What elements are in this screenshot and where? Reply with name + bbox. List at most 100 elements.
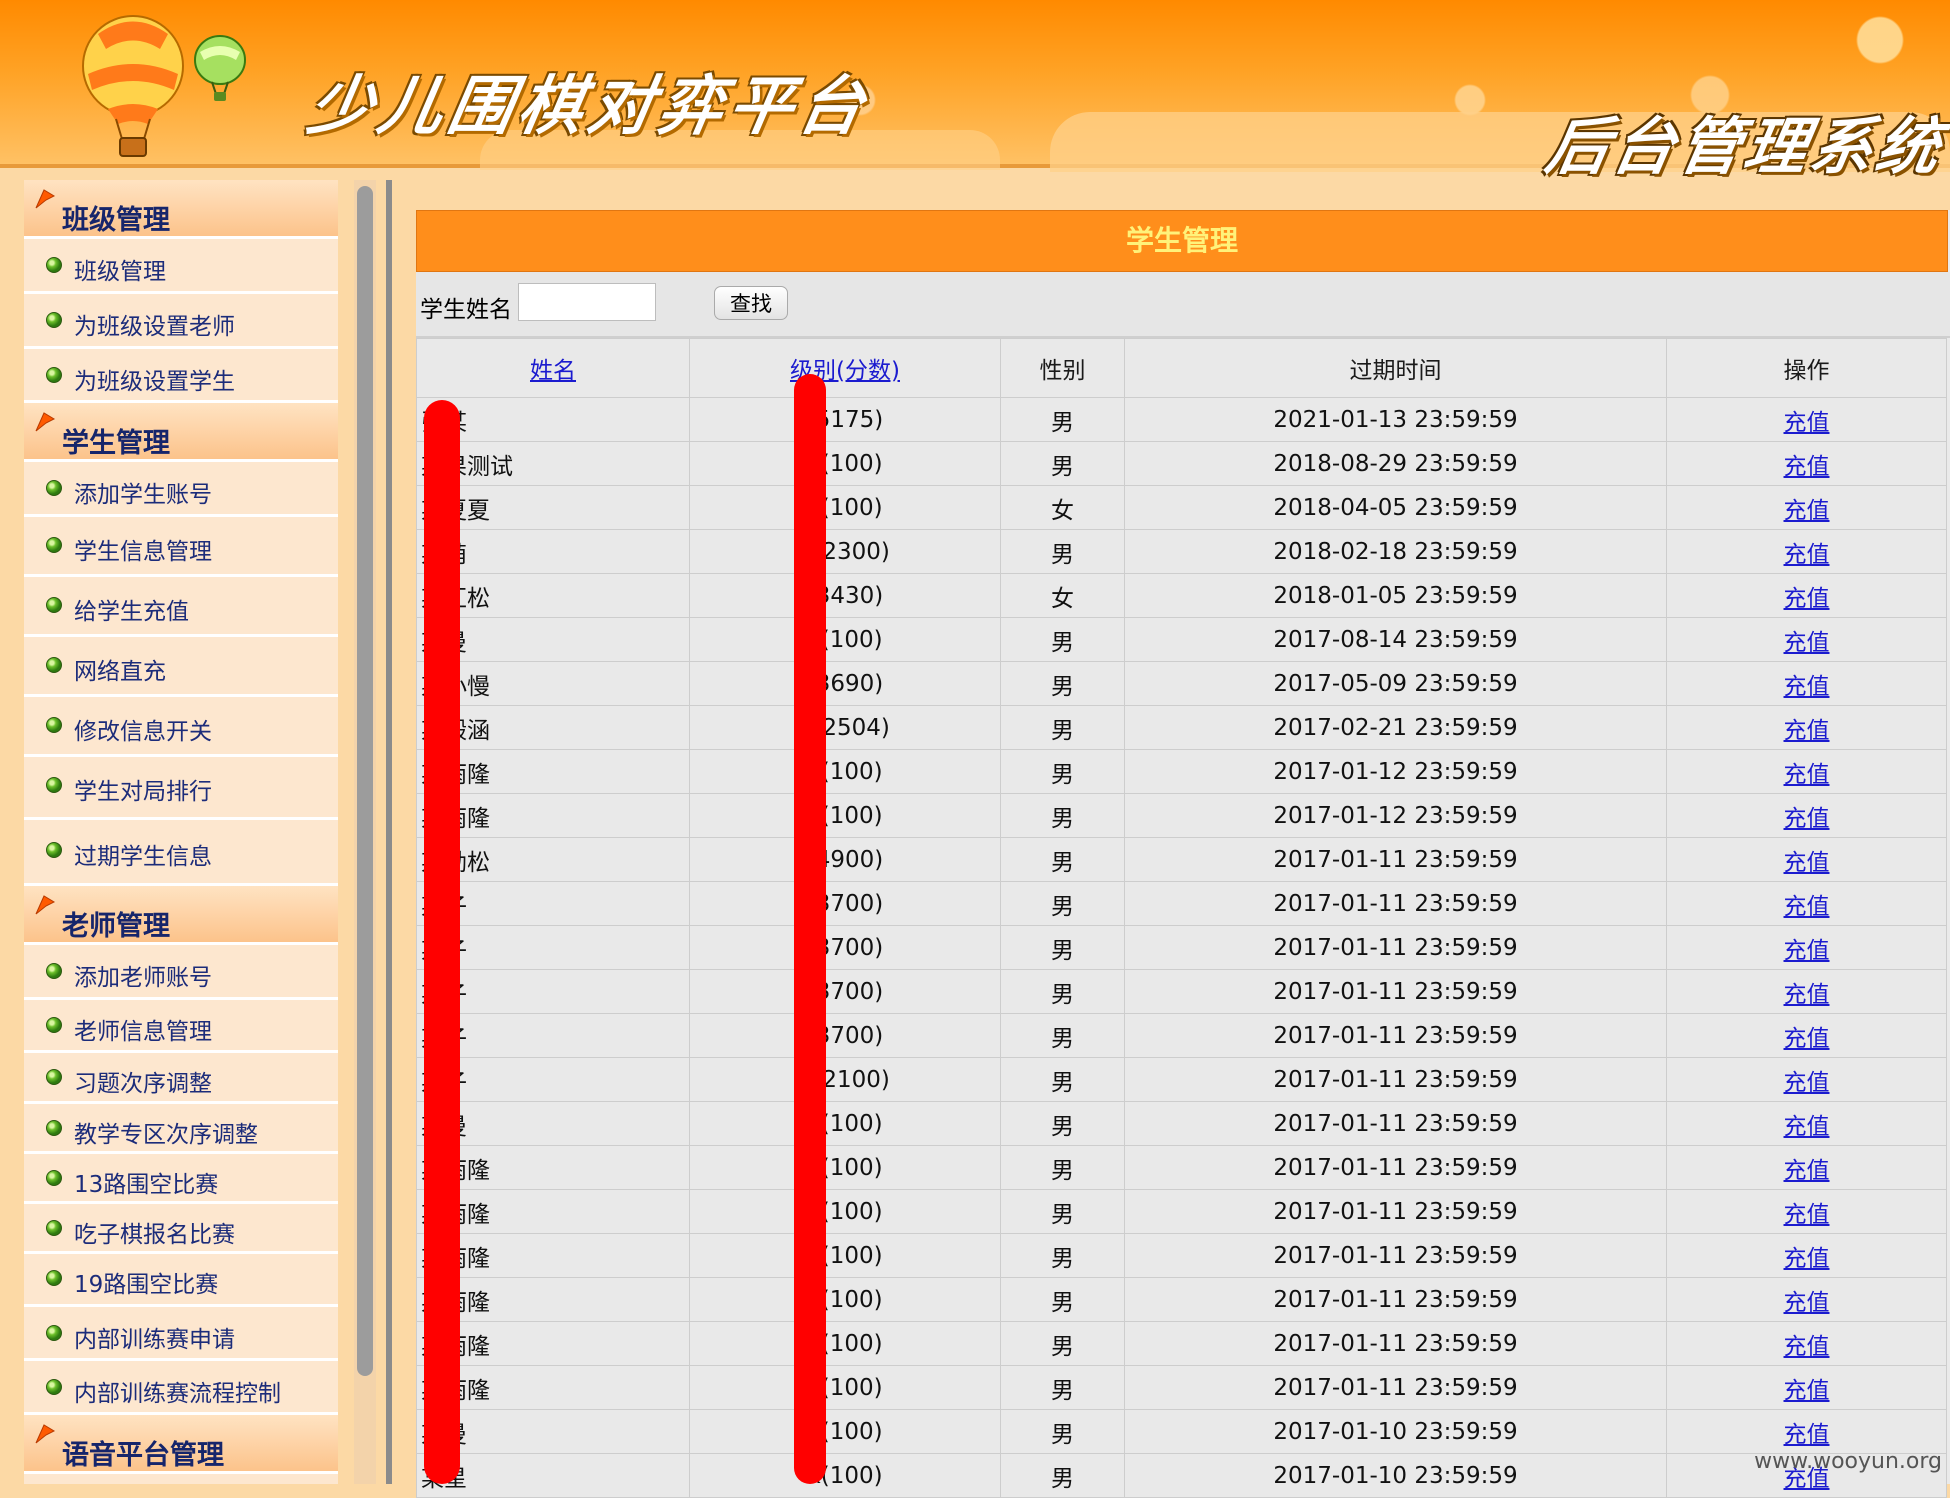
sidebar-item-class-student[interactable]: 为班级设置学生: [24, 349, 338, 403]
cell-level: k(2504): [689, 705, 1001, 750]
search-button[interactable]: 查找: [714, 286, 788, 320]
green-dot-icon: [46, 367, 62, 383]
sidebar-item-label: 添加学生账号: [74, 482, 212, 508]
sidebar-item-expired-students[interactable]: 过期学生信息: [24, 820, 338, 886]
cell-gender: 男: [1000, 1365, 1125, 1410]
cell-expire-time: 2018-04-05 23:59:59: [1124, 485, 1667, 530]
recharge-link[interactable]: 充值: [1784, 938, 1830, 964]
recharge-link[interactable]: 充值: [1784, 982, 1830, 1008]
recharge-link[interactable]: 充值: [1784, 674, 1830, 700]
recharge-link[interactable]: 充值: [1784, 1202, 1830, 1228]
redaction-mark: [424, 400, 460, 1484]
orange-flag-icon: [35, 1424, 56, 1444]
watermark: www.wooyun.org: [1754, 1449, 1942, 1474]
cell-expire-time: 2017-01-11 23:59:59: [1124, 1277, 1667, 1322]
sidebar-item-label: 修改信息开关: [74, 719, 212, 745]
table-row: 某雨隆k(100)男2017-01-12 23:59:59充值: [416, 793, 1947, 838]
sidebar-item-training-apply[interactable]: 内部训练赛申请: [24, 1307, 338, 1361]
table-row: 某雨隆k(100)男2017-01-11 23:59:59充值: [416, 1365, 1947, 1410]
recharge-link[interactable]: 充值: [1784, 454, 1830, 480]
cell-action: 充值: [1666, 485, 1947, 530]
cell-action: 充值: [1666, 1145, 1947, 1190]
cell-level: k(100): [689, 441, 1001, 486]
sidebar-item-label: 为班级设置老师: [74, 314, 235, 340]
cell-action: 充值: [1666, 1189, 1947, 1234]
sidebar-item-add-student[interactable]: 添加学生账号: [24, 462, 338, 517]
table-row: 某曼k(100)男2017-01-11 23:59:59充值: [416, 1101, 1947, 1146]
sidebar-item-student-recharge[interactable]: 给学生充值: [24, 577, 338, 637]
cell-gender: 男: [1000, 529, 1125, 574]
sidebar-section-voice[interactable]: 语音平台管理: [24, 1415, 338, 1474]
green-dot-icon: [46, 1270, 62, 1286]
sidebar-item-13-road[interactable]: 13路围空比赛: [24, 1154, 338, 1204]
main-panel: 学生管理 学生姓名 查找 姓名 级别(分数) 性别 过期时间 操作 张某(517…: [416, 210, 1950, 1498]
cell-action: 充值: [1666, 1277, 1947, 1322]
recharge-link[interactable]: 充值: [1784, 1070, 1830, 1096]
sidebar-item-online-recharge[interactable]: 网络直充: [24, 637, 338, 697]
sidebar-item-19-road[interactable]: 19路围空比赛: [24, 1254, 338, 1307]
recharge-link[interactable]: 充值: [1784, 1378, 1830, 1404]
green-dot-icon: [46, 1170, 62, 1186]
sidebar-item-info-switch[interactable]: 修改信息开关: [24, 697, 338, 757]
sidebar-section-title: 老师管理: [62, 911, 170, 942]
green-dot-icon: [46, 1120, 62, 1136]
recharge-link[interactable]: 充值: [1784, 1026, 1830, 1052]
sidebar-item-label: 学生信息管理: [74, 539, 212, 565]
recharge-link[interactable]: 充值: [1784, 1422, 1830, 1448]
sidebar-item-training-control[interactable]: 内部训练赛流程控制: [24, 1361, 338, 1415]
sidebar-item-exercise-order[interactable]: 习题次序调整: [24, 1053, 338, 1104]
recharge-link[interactable]: 充值: [1784, 1246, 1830, 1272]
sort-by-name-link[interactable]: 姓名: [530, 358, 576, 384]
recharge-link[interactable]: 充值: [1784, 1290, 1830, 1316]
sidebar-scrollbar[interactable]: [354, 180, 376, 1484]
sidebar-section-student[interactable]: 学生管理: [24, 403, 338, 462]
sidebar-item-class-manage[interactable]: 班级管理: [24, 239, 338, 294]
cell-action: 充值: [1666, 1321, 1947, 1366]
cell-expire-time: 2017-01-11 23:59:59: [1124, 837, 1667, 882]
recharge-link[interactable]: 充值: [1784, 894, 1830, 920]
sidebar-item-teacher-info[interactable]: 老师信息管理: [24, 1000, 338, 1053]
recharge-link[interactable]: 充值: [1784, 850, 1830, 876]
cell-expire-time: 2017-01-11 23:59:59: [1124, 1013, 1667, 1058]
sidebar-item-student-info[interactable]: 学生信息管理: [24, 517, 338, 577]
sidebar-item-label: 学生对局排行: [74, 779, 212, 805]
cell-action: 充值: [1666, 1057, 1947, 1102]
sidebar-item-label: 19路围空比赛: [74, 1272, 219, 1298]
table-row: 某雨隆k(100)男2017-01-11 23:59:59充值: [416, 1189, 1947, 1234]
sidebar-item-label: 内部训练赛申请: [74, 1327, 235, 1353]
recharge-link[interactable]: 充值: [1784, 806, 1830, 832]
recharge-link[interactable]: 充值: [1784, 630, 1830, 656]
recharge-link[interactable]: 充值: [1784, 1158, 1830, 1184]
recharge-link[interactable]: 充值: [1784, 586, 1830, 612]
cell-expire-time: 2017-01-11 23:59:59: [1124, 1365, 1667, 1410]
green-dot-icon: [46, 1379, 62, 1395]
recharge-link[interactable]: 充值: [1784, 762, 1830, 788]
green-dot-icon: [46, 1069, 62, 1085]
cell-gender: 男: [1000, 837, 1125, 882]
sidebar-section-teacher[interactable]: 老师管理: [24, 886, 338, 945]
recharge-link[interactable]: 充值: [1784, 542, 1830, 568]
scrollbar-thumb[interactable]: [357, 186, 373, 1376]
cell-level: k(100): [689, 1365, 1001, 1410]
sidebar-item-teaching-order[interactable]: 教学专区次序调整: [24, 1104, 338, 1154]
green-dot-icon: [46, 1325, 62, 1341]
cell-gender: 男: [1000, 1409, 1125, 1454]
sidebar-section-class[interactable]: 班级管理: [24, 180, 338, 239]
sidebar-item-class-teacher[interactable]: 为班级设置老师: [24, 294, 338, 349]
recharge-link[interactable]: 充值: [1784, 410, 1830, 436]
recharge-link[interactable]: 充值: [1784, 1114, 1830, 1140]
sidebar-item-capture-game[interactable]: 吃子棋报名比赛: [24, 1204, 338, 1254]
sidebar-item-game-ranking[interactable]: 学生对局排行: [24, 757, 338, 820]
column-header-level[interactable]: 级别(分数): [689, 338, 1001, 398]
cell-level: k(100): [689, 617, 1001, 662]
cell-gender: 男: [1000, 749, 1125, 794]
table-row: 某雨隆k(100)男2017-01-11 23:59:59充值: [416, 1321, 1947, 1366]
green-dot-icon: [46, 537, 62, 553]
column-header-name[interactable]: 姓名: [416, 338, 690, 398]
recharge-link[interactable]: 充值: [1784, 1334, 1830, 1360]
student-name-input[interactable]: [518, 283, 656, 321]
cell-gender: 女: [1000, 573, 1125, 618]
sidebar-item-add-teacher[interactable]: 添加老师账号: [24, 945, 338, 1000]
recharge-link[interactable]: 充值: [1784, 498, 1830, 524]
recharge-link[interactable]: 充值: [1784, 718, 1830, 744]
